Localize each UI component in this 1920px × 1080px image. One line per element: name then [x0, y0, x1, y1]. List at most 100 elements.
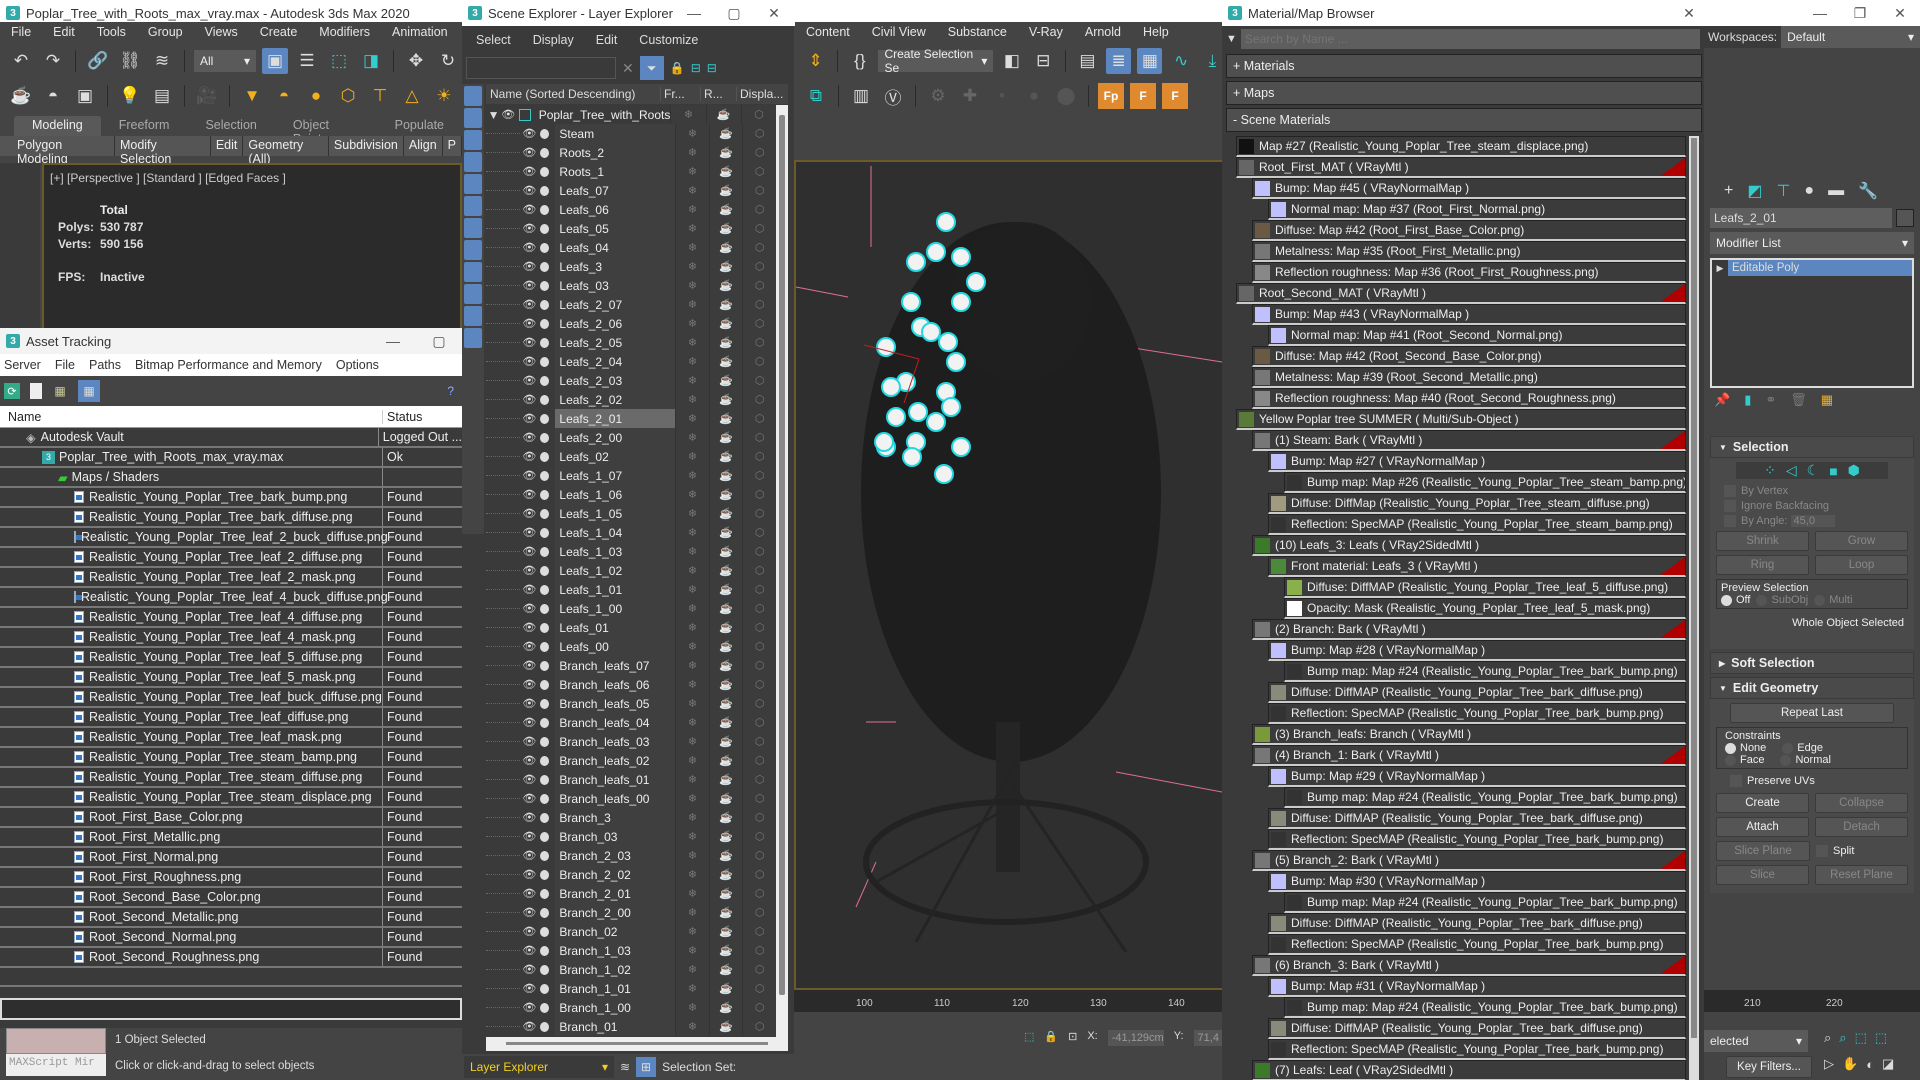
se-vertical-scrollbar[interactable]	[776, 105, 788, 1037]
constraint-none-radio[interactable]: None	[1725, 742, 1766, 754]
reset-plane-button[interactable]: Reset Plane	[1815, 865, 1908, 886]
display-box-icon[interactable]: ⬡	[742, 789, 776, 808]
remove-modifier-icon[interactable]: 🗑	[1790, 392, 1807, 408]
zoom-extents-icon[interactable]: ⬚	[1855, 1030, 1867, 1046]
asset-row[interactable]: Realistic_Young_Poplar_Tree_leaf_2_diffu…	[0, 548, 462, 568]
asset-menu-bitmap-performance[interactable]: Bitmap Performance and Memory	[135, 358, 322, 372]
filter-containers-icon[interactable]	[464, 284, 482, 304]
display-box-icon[interactable]: ⬡	[742, 713, 776, 732]
render-teapot-icon[interactable]: ☕	[708, 618, 743, 637]
freeze-icon[interactable]: ❄	[675, 561, 709, 580]
material-row[interactable]: Reflection: SpecMAP (Realistic_Young_Pop…	[1268, 934, 1686, 955]
visibility-eye-icon[interactable]: 👁	[522, 792, 536, 805]
display-box-icon[interactable]: ⬡	[742, 960, 776, 979]
se-row[interactable]: 👁 Leafs_1_02 ❄ ☕ ⬡	[486, 561, 776, 580]
render-teapot-icon[interactable]: ☕	[708, 922, 743, 941]
visibility-eye-icon[interactable]: 👁	[522, 602, 536, 615]
material-row[interactable]: (1) Steam: Bark ( VRayMtl )	[1252, 430, 1686, 451]
freeze-icon[interactable]: ❄	[675, 1017, 709, 1036]
display-box-icon[interactable]: ⬡	[742, 922, 776, 941]
create-selection-set-dropdown[interactable]: Create Selection Se ▾	[878, 47, 994, 75]
se-menu-display[interactable]: Display	[533, 33, 574, 47]
material-row[interactable]: Reflection: SpecMAP (Realistic_Young_Pop…	[1268, 514, 1686, 535]
display-box-icon[interactable]: ⬡	[742, 580, 776, 599]
hierarchy-collapse-icon[interactable]: ⊟	[707, 61, 717, 75]
column-status[interactable]: Status	[383, 410, 422, 424]
material-row[interactable]: Bump: Map #31 ( VRayNormalMap )	[1268, 976, 1686, 997]
render-teapot-icon[interactable]: ☕	[708, 352, 743, 371]
display-box-icon[interactable]: ⬡	[742, 257, 776, 276]
visibility-eye-icon[interactable]: 👁	[522, 773, 536, 786]
visibility-eye-icon[interactable]: 👁	[522, 374, 536, 387]
main-restore-button[interactable]: ❐	[1840, 5, 1880, 22]
render-teapot-icon[interactable]: ☕	[708, 808, 743, 827]
material-row[interactable]: Map #27 (Realistic_Young_Poplar_Tree_ste…	[1236, 136, 1686, 157]
by-angle-spinner[interactable]: 45,0	[1790, 515, 1835, 528]
display-box-icon[interactable]: ⬡	[742, 504, 776, 523]
display-box-icon[interactable]: ⬡	[742, 599, 776, 618]
display-box-icon[interactable]: ⬡	[742, 827, 776, 846]
render-teapot-icon[interactable]: ☕	[708, 789, 743, 808]
display-box-icon[interactable]: ⬡	[742, 903, 776, 922]
display-box-icon[interactable]: ⬡	[742, 675, 776, 694]
visibility-eye-icon[interactable]: 👁	[522, 507, 536, 520]
configure-sets-icon[interactable]: ▦	[1821, 392, 1833, 408]
se-row[interactable]: 👁 Branch_leafs_03 ❄ ☕ ⬡	[486, 732, 776, 751]
tab-selection[interactable]: Selection	[187, 116, 274, 136]
material-row[interactable]: Diffuse: DiffMAP (Realistic_Young_Poplar…	[1268, 913, 1686, 934]
menu-animation[interactable]: Animation	[381, 25, 459, 39]
se-row[interactable]: 👁 Leafs_04 ❄ ☕ ⬡	[486, 238, 776, 257]
display-box-icon[interactable]: ⬡	[742, 751, 776, 770]
se-close-button[interactable]: ✕	[754, 5, 794, 22]
freeze-icon[interactable]: ❄	[675, 751, 709, 770]
visibility-eye-icon[interactable]: 👁	[522, 849, 536, 862]
visibility-eye-icon[interactable]: 👁	[522, 564, 536, 577]
display-box-icon[interactable]: ⬡	[742, 770, 776, 789]
asset-row[interactable]: Realistic_Young_Poplar_Tree_leaf_2_buck_…	[0, 528, 462, 548]
visibility-eye-icon[interactable]: 👁	[522, 830, 536, 843]
pan-hand-icon[interactable]: ✋	[1842, 1056, 1858, 1072]
visibility-eye-icon[interactable]: 👁	[522, 279, 536, 292]
preserve-uvs-checkbox[interactable]: Preserve UVs	[1730, 775, 1908, 788]
render-teapot-icon[interactable]: ☕	[708, 694, 743, 713]
x-coordinate-field[interactable]: -41,129cm	[1107, 1030, 1164, 1046]
se-row[interactable]: 👁 Leafs_07 ❄ ☕ ⬡	[486, 181, 776, 200]
display-box-icon[interactable]: ⬡	[742, 656, 776, 675]
display-box-icon[interactable]: ⬡	[742, 694, 776, 713]
visibility-eye-icon[interactable]: 👁	[522, 412, 536, 425]
unlink-icon[interactable]: ⛓	[117, 48, 143, 74]
se-row[interactable]: 👁 Branch_1_02 ❄ ☕ ⬡	[486, 960, 776, 979]
material-row[interactable]: Front material: Leafs_3 ( VRayMtl )	[1268, 556, 1686, 577]
rect-selection-icon[interactable]: ⬚	[326, 48, 352, 74]
soft-selection-rollout-header[interactable]: ▶ Soft Selection	[1710, 652, 1914, 675]
filter-bones-icon[interactable]	[464, 262, 482, 282]
display-box-icon[interactable]: ⬡	[742, 409, 776, 428]
link-icon[interactable]: 🔗	[85, 48, 111, 74]
selection-filter-dropdown[interactable]: All ▾	[194, 50, 256, 72]
fov-icon[interactable]: ▷	[1824, 1056, 1834, 1072]
display-box-icon[interactable]: ⬡	[742, 485, 776, 504]
visibility-eye-icon[interactable]: 👁	[522, 925, 536, 938]
menu-tools[interactable]: Tools	[86, 25, 137, 39]
display-tab-icon[interactable]: ▬	[1828, 182, 1844, 200]
ring-button[interactable]: Ring	[1716, 555, 1809, 576]
material-row[interactable]: Bump map: Map #24 (Realistic_Young_Popla…	[1284, 661, 1686, 682]
se-row[interactable]: 👁 Leafs_02 ❄ ☕ ⬡	[486, 447, 776, 466]
visibility-eye-icon[interactable]: 👁	[522, 184, 536, 197]
mb-scrollbar[interactable]	[1689, 136, 1699, 1080]
ribbon-modify-selection[interactable]: Modify Selection	[115, 136, 211, 166]
visibility-eye-icon[interactable]: 👁	[522, 716, 536, 729]
visibility-eye-icon[interactable]: 👁	[522, 811, 536, 824]
display-box-icon[interactable]: ⬡	[742, 808, 776, 827]
asset-row[interactable]: Realistic_Young_Poplar_Tree_leaf_diffuse…	[0, 708, 462, 728]
freeze-icon[interactable]: ❄	[675, 884, 709, 903]
asset-row[interactable]: Root_Second_Metallic.png Found	[0, 908, 462, 928]
se-row[interactable]: 👁 Leafs_1_00 ❄ ☕ ⬡	[486, 599, 776, 618]
material-row[interactable]: Reflection roughness: Map #40 (Root_Seco…	[1252, 388, 1686, 409]
visibility-eye-icon[interactable]: 👁	[522, 868, 536, 881]
render-teapot-icon[interactable]: ☕	[708, 314, 743, 333]
freeze-icon[interactable]: ❄	[675, 580, 709, 599]
vertex-mode-icon[interactable]: ⁘	[1764, 462, 1776, 479]
visibility-eye-icon[interactable]: 👁	[522, 241, 536, 254]
modifier-list-dropdown[interactable]: Modifier List ▾	[1710, 232, 1914, 254]
